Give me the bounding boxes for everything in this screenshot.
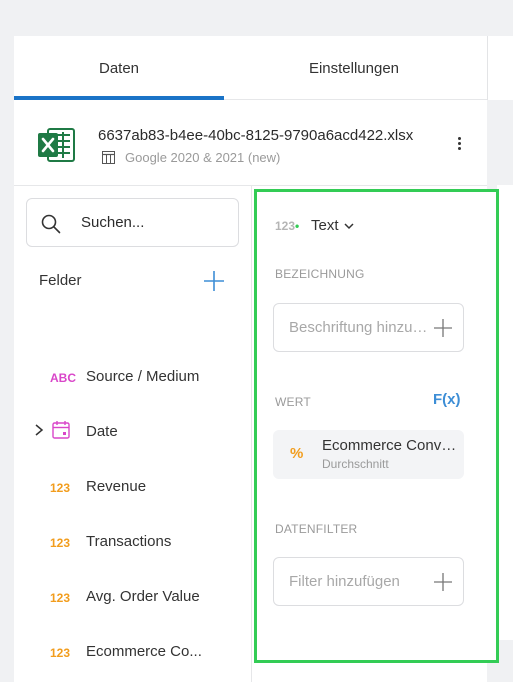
data-source-row: 6637ab83-b4ee-40bc-8125-9790a6acd422.xls… [14,100,487,186]
visualization-config-panel: 123• Text BEZEICHNUNG Beschriftung hinzu… [254,189,499,663]
chevron-down-icon [344,223,354,230]
filter-input[interactable]: Filter hinzufügen [273,557,464,606]
number-type-badge: 123 [50,591,71,605]
datafilter-section-heading: DATENFILTER [275,522,358,536]
type-icon: 123• [275,219,299,233]
calendar-icon [52,421,70,439]
field-label: Source / Medium [86,368,200,385]
field-label: Date [86,423,118,440]
formula-button[interactable]: F(x) [433,391,461,408]
add-icon[interactable] [434,573,452,591]
search-input[interactable]: Suchen... [26,198,239,247]
label-section-heading: BEZEICHNUNG [275,267,365,281]
field-revenue[interactable]: 123 Revenue [14,467,252,511]
text-type-badge: ABC [50,371,76,385]
right-panel-edge-lower [497,185,513,640]
percent-icon: % [290,445,304,462]
fields-column: Suchen... Felder ABC Source / Medium Dat… [14,186,252,682]
type-dot: • [295,219,300,233]
field-date[interactable]: Date [14,412,252,456]
number-type-badge: 123 [50,536,71,550]
value-field-chip[interactable]: % Ecommerce Conversion Rate Durchschnitt [273,430,464,479]
field-avg-order-value[interactable]: 123 Avg. Order Value [14,577,252,621]
field-transactions[interactable]: 123 Transactions [14,522,252,566]
label-placeholder: Beschriftung hinzufügen [289,319,429,336]
number-type-badge: 123 [50,481,71,495]
search-icon [41,214,61,234]
search-placeholder: Suchen... [81,214,145,231]
right-panel-edge [487,36,513,100]
file-name: 6637ab83-b4ee-40bc-8125-9790a6acd422.xls… [98,127,414,144]
value-field-name: Ecommerce Conversion Rate [322,437,460,454]
excel-icon [38,128,75,162]
chevron-right-icon[interactable] [34,424,44,436]
value-aggregation: Durchschnitt [322,457,389,471]
field-source-medium[interactable]: ABC Source / Medium [14,357,252,401]
fields-heading: Felder [39,272,82,289]
value-section-heading: WERT [275,395,311,409]
field-label: Avg. Order Value [86,588,200,605]
type-prefix: 123 [275,219,296,233]
tab-bar: Daten Einstellungen [14,36,487,100]
sheet-name: Google 2020 & 2021 (new) [125,150,281,165]
field-label: Transactions [86,533,172,550]
field-label: Ecommerce Co... [86,643,202,660]
filter-placeholder: Filter hinzufügen [289,573,400,590]
add-icon[interactable] [434,319,452,337]
number-type-badge: 123 [50,646,71,660]
field-ecommerce-conversion[interactable]: 123 Ecommerce Co... [14,632,252,676]
more-options-icon[interactable] [449,135,469,159]
tab-daten[interactable]: Daten [14,36,224,100]
field-label: Revenue [86,478,147,495]
sheet-grid-icon [102,151,115,164]
label-input[interactable]: Beschriftung hinzufügen [273,303,464,352]
tab-einstellungen[interactable]: Einstellungen [249,36,459,100]
add-field-icon[interactable] [203,270,225,292]
type-label: Text [311,217,339,234]
